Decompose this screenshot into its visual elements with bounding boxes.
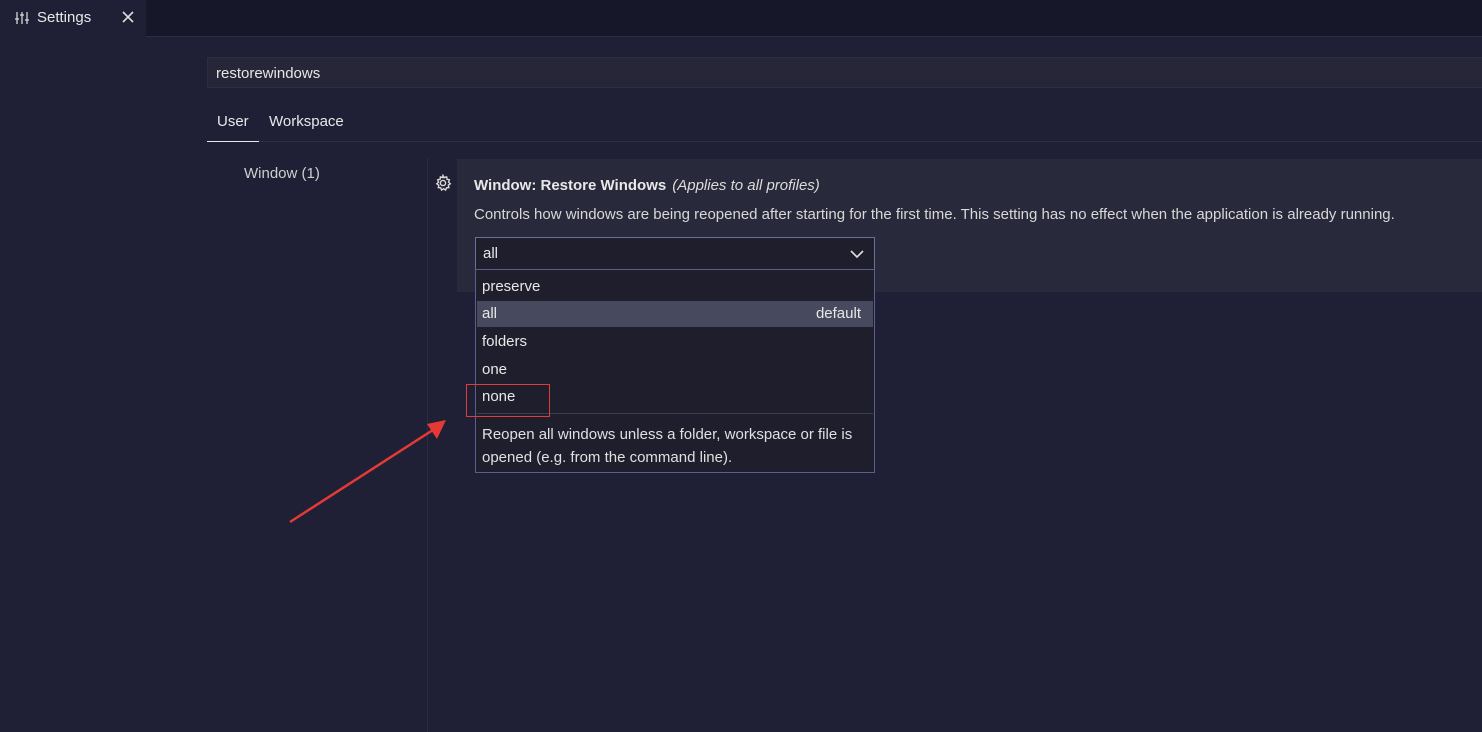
settings-sliders-icon [15,12,29,24]
setting-title: Window: Restore Windows (Applies to all p… [474,177,820,194]
restore-windows-select[interactable]: all [475,237,875,270]
search-input[interactable] [216,65,1216,82]
select-dropdown: preserve all default folders one none Re… [475,269,875,473]
option-folders[interactable]: folders [477,329,873,355]
annotation-highlight-box [466,384,550,417]
toc-item-window[interactable]: Window (1) [244,165,320,182]
search-box[interactable] [207,57,1482,88]
select-value: all [483,245,499,262]
annotation-arrow [289,420,446,524]
scope-tabs: User Workspace [207,108,1482,142]
tab-workspace[interactable]: Workspace [269,113,344,130]
tab-bar: Settings [0,0,1482,37]
setting-scope-note: (Applies to all profiles) [672,177,820,194]
gear-icon[interactable] [434,174,452,192]
tab-user[interactable]: User [207,108,259,142]
option-label: all [482,305,498,322]
setting-description: Controls how windows are being reopened … [474,206,1395,223]
option-preserve[interactable]: preserve [477,274,873,300]
option-one[interactable]: one [477,357,873,383]
tab-user-label: User [217,113,249,130]
default-badge: default [815,305,861,322]
option-label: preserve [482,278,541,295]
settings-editor: Settings User Workspace Window (1) Windo… [0,0,1482,732]
option-all[interactable]: all default [477,301,873,327]
close-icon[interactable] [119,8,137,26]
option-label: folders [482,333,528,350]
setting-name: Window: Restore Windows [474,177,667,194]
option-label: one [482,361,508,378]
option-description: Reopen all windows unless a folder, work… [482,426,853,466]
tab-settings[interactable]: Settings [0,0,146,37]
tab-label: Settings [37,9,92,26]
chevron-down-icon [850,250,864,259]
